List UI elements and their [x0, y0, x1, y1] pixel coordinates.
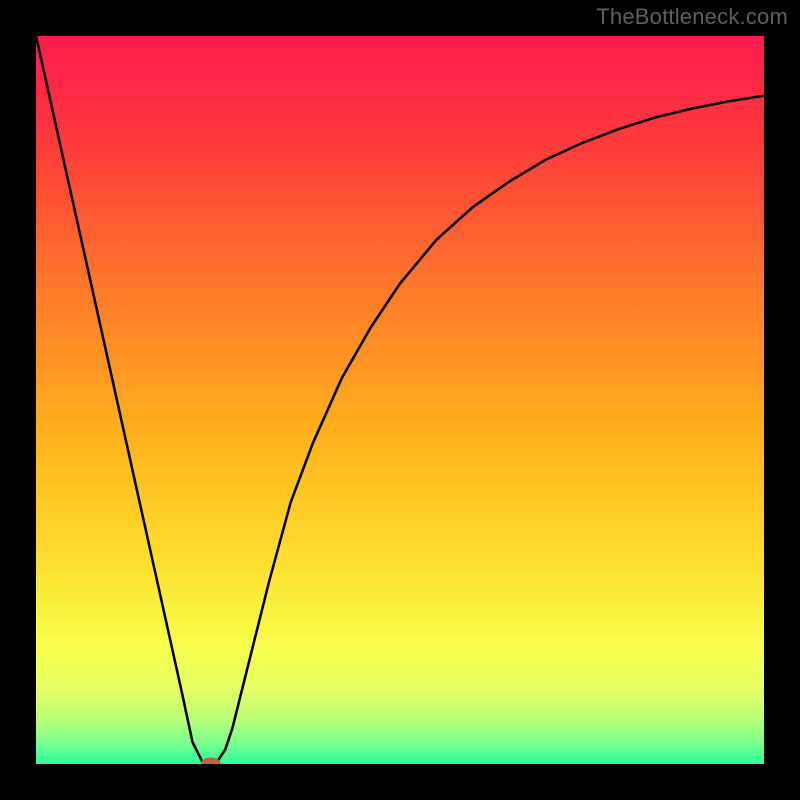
- plot-area: [36, 36, 764, 764]
- chart-svg: [36, 36, 764, 764]
- chart-frame: TheBottleneck.com: [0, 0, 800, 800]
- watermark-label: TheBottleneck.com: [596, 4, 788, 30]
- gradient-background: [36, 36, 764, 764]
